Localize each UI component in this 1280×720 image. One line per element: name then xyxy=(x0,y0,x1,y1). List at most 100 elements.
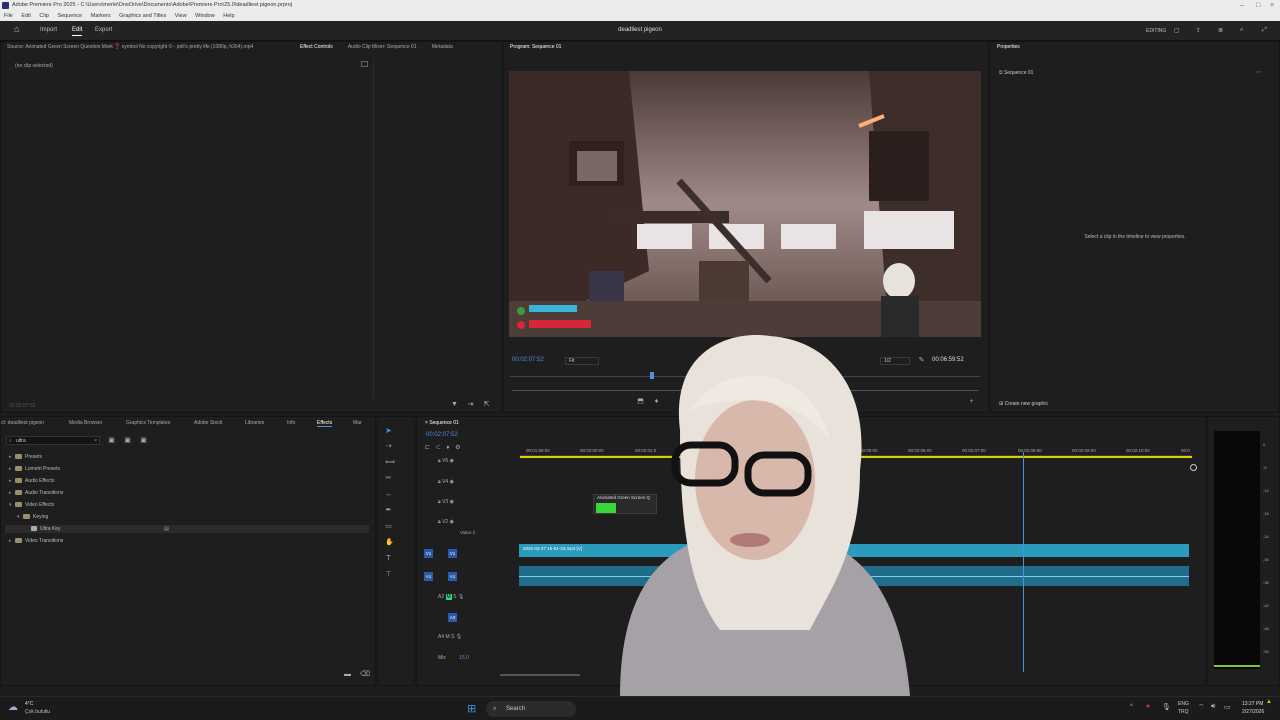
menu-view[interactable]: View xyxy=(175,13,187,19)
share-icon[interactable]: ⇪ xyxy=(1196,27,1201,34)
menu-file[interactable]: File xyxy=(4,13,13,19)
more-icon[interactable]: ⋯ xyxy=(1255,69,1262,76)
source-label[interactable]: Source: Animated Green Screen Question M… xyxy=(7,44,253,50)
panels-icon[interactable]: ≣ xyxy=(1218,27,1223,34)
32bit-effects-icon[interactable]: ▣ xyxy=(124,437,131,444)
lock-icon[interactable]: 🔒︎ xyxy=(438,458,441,464)
horizontal-scrollbar[interactable] xyxy=(500,674,580,676)
slip-tool-icon[interactable]: ↔ xyxy=(385,491,392,498)
tree-item-video-transitions[interactable]: ▸ Video Transitions xyxy=(9,537,63,545)
program-monitor-title[interactable]: Program: Sequence 01 xyxy=(510,44,561,50)
eye-icon[interactable]: ◉ xyxy=(450,458,454,464)
rectangle-tool-icon[interactable]: ▭ xyxy=(385,523,392,530)
close-tab-icon[interactable]: × xyxy=(425,420,428,426)
accelerated-effects-icon[interactable]: ▣ xyxy=(108,437,115,444)
track-select-icon[interactable]: ⇢ xyxy=(385,443,392,450)
eye-icon[interactable]: ◉ xyxy=(450,519,454,525)
menu-window[interactable]: Window xyxy=(195,13,215,19)
properties-title[interactable]: Properties xyxy=(997,44,1020,50)
snap-icon[interactable]: ⊏ xyxy=(425,445,430,451)
workspace-label[interactable]: EDITING xyxy=(1146,28,1166,34)
yuv-effects-icon[interactable]: ▣ xyxy=(140,437,147,444)
menu-clip[interactable]: Clip xyxy=(39,13,48,19)
battery-icon[interactable]: ▭ xyxy=(1224,703,1231,711)
timeline-playhead[interactable] xyxy=(1023,452,1024,672)
eye-icon[interactable]: ◉ xyxy=(450,479,454,485)
tab-metadata[interactable]: Metadata xyxy=(432,44,453,50)
clock-time[interactable]: 13:27 PM xyxy=(1242,701,1263,707)
linked-icon[interactable]: ⊂ xyxy=(436,445,441,451)
tray-chevron-icon[interactable]: ^ xyxy=(1130,704,1133,710)
vertical-zoom-handle[interactable] xyxy=(1190,464,1197,471)
maximize-icon[interactable]: □ xyxy=(1256,0,1260,11)
menu-edit[interactable]: Edit xyxy=(21,13,30,19)
clear-search-icon[interactable]: × xyxy=(94,437,97,445)
mic-icon[interactable]: 🎙︎ xyxy=(456,634,462,640)
tree-item-audio-effects[interactable]: ▸ Audio Effects xyxy=(9,477,54,485)
tree-item-ultra-key[interactable]: Ultra Key xyxy=(31,525,61,533)
selection-tool-icon[interactable]: ➤ xyxy=(385,427,392,435)
source-patch-a1[interactable]: A1 xyxy=(424,572,433,581)
source-patch-v1[interactable]: V1 xyxy=(424,549,433,558)
tab-effects[interactable]: Effects xyxy=(317,420,333,427)
lock-icon[interactable]: 🔒︎ xyxy=(438,499,441,505)
effects-search-input[interactable]: ⌕ ultra × xyxy=(6,436,100,445)
captions-tool-icon[interactable]: ⊤ xyxy=(385,571,392,578)
mic-icon[interactable]: 🎙︎ xyxy=(458,594,464,600)
mute-icon[interactable]: M xyxy=(445,594,452,600)
mix-value[interactable]: 15.0 xyxy=(459,655,469,661)
tree-item-lumetri[interactable]: ▸ Lumetri Presets xyxy=(9,465,60,473)
search-icon[interactable]: ⌕ xyxy=(1240,27,1243,34)
new-bin-icon[interactable]: ▬ xyxy=(344,671,351,678)
taskbar-search[interactable]: ⌕ Search xyxy=(486,701,576,717)
weather-icon[interactable]: ☁ xyxy=(8,702,18,713)
tree-item-audio-transitions[interactable]: ▸ Audio Transitions xyxy=(9,489,63,497)
windows-start-icon[interactable]: ⊞ xyxy=(467,702,476,715)
track-a1[interactable]: A1 xyxy=(448,572,457,581)
track-v1[interactable]: V1 xyxy=(448,549,457,558)
pen-tool-icon[interactable]: ✒ xyxy=(385,507,392,514)
tree-item-keying[interactable]: ▾ Keying xyxy=(17,513,48,521)
microphone-icon[interactable]: 🎙︎ xyxy=(1162,703,1171,711)
menu-help[interactable]: Help xyxy=(223,13,234,19)
tab-markers[interactable]: Mar xyxy=(353,420,362,426)
marker-icon[interactable]: ♦ xyxy=(446,445,449,451)
tree-item-presets[interactable]: ▸ Presets xyxy=(9,453,42,461)
volume-icon[interactable]: 🔊︎ xyxy=(1211,703,1215,711)
tab-graphics-templates[interactable]: Graphics Templates xyxy=(126,420,170,426)
track-a3[interactable]: A3 xyxy=(448,613,457,622)
create-graphic-button[interactable]: ⊞ Create new graphic xyxy=(999,401,1048,407)
menu-graphics[interactable]: Graphics and Titles xyxy=(119,13,166,19)
tab-libraries[interactable]: Libraries xyxy=(245,420,264,426)
menu-markers[interactable]: Markers xyxy=(91,13,111,19)
export-frame-icon[interactable]: ⇥ xyxy=(467,401,474,408)
minimize-icon[interactable]: – xyxy=(1240,0,1244,11)
hand-tool-icon[interactable]: ✋ xyxy=(385,539,394,546)
filter-icon[interactable]: ▼ xyxy=(451,401,458,408)
tab-info[interactable]: Info xyxy=(287,420,295,426)
fullscreen-icon[interactable]: ⤢ xyxy=(1262,27,1267,34)
ripple-edit-icon[interactable]: ⟺ xyxy=(385,459,395,466)
tab-media-browser[interactable]: Media Browser xyxy=(69,420,102,426)
type-tool-icon[interactable]: T xyxy=(385,555,392,562)
tab-effect-controls[interactable]: Effect Controls xyxy=(300,44,333,50)
clip-export-icon[interactable]: ⇱ xyxy=(483,401,490,408)
close-icon[interactable]: × xyxy=(1270,0,1274,11)
wifi-icon[interactable]: ⌔ xyxy=(1198,703,1205,712)
input-language-1[interactable]: ENG xyxy=(1178,701,1189,707)
workspace-icon[interactable]: ▢ xyxy=(1174,27,1180,34)
timeline-tab[interactable]: × Sequence 01 xyxy=(425,420,459,426)
tray-app-icon[interactable]: ● xyxy=(1146,703,1150,710)
tree-item-video-effects[interactable]: ▾ Video Effects xyxy=(9,501,54,509)
menu-sequence[interactable]: Sequence xyxy=(57,13,82,19)
tab-adobe-stock[interactable]: Adobe Stock xyxy=(194,420,222,426)
tab-audio-clip-mixer[interactable]: Audio Clip Mixer: Sequence 01 xyxy=(348,44,417,50)
lock-icon[interactable]: 🔒︎ xyxy=(438,519,441,525)
tab-project[interactable]: ct: deadliest pigeon xyxy=(1,420,44,426)
notification-icon[interactable]: ▲ xyxy=(1266,699,1272,705)
add-button-icon[interactable]: + xyxy=(968,398,975,405)
settings-icon[interactable]: ⚙ xyxy=(455,445,460,451)
clip-icon[interactable] xyxy=(361,61,368,67)
lock-icon[interactable]: 🔒︎ xyxy=(438,479,441,485)
eye-icon[interactable]: ◉ xyxy=(450,499,454,505)
